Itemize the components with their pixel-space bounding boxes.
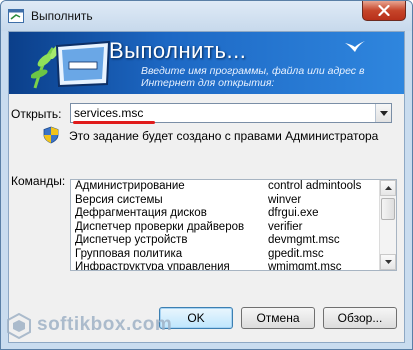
close-icon [378,5,390,16]
chevron-up-icon [384,186,392,190]
run-dialog-window: Выполнить Выполнить... Введите имя прогр… [0,0,413,350]
open-input-value[interactable]: services.msc [74,106,143,120]
vertical-scrollbar[interactable] [379,180,396,270]
banner-title: Выполнить... [109,38,247,63]
monitor-plant-icon [31,40,111,89]
command-exe: wmimgmt.msc [268,261,342,270]
command-exe: gpedit.msc [268,247,324,260]
chevron-down-icon [379,110,388,116]
uac-shield-icon [43,126,59,144]
commands-list[interactable]: Администрирование control admintools Верс… [70,179,397,271]
command-name: Диспетчер проверки драйверов [75,220,245,233]
browse-button[interactable]: Обзор... [323,307,397,329]
commands-label: Команды: [11,174,66,188]
command-name: Инфраструктура управления [75,261,230,270]
watermark-logo-icon [7,312,31,340]
bird-icon [345,41,365,52]
open-label: Открыть: [11,107,62,121]
close-button[interactable] [362,1,406,21]
command-name: Диспетчер устройств [75,234,188,246]
list-item[interactable]: Диспетчер проверки драйверов verifier [71,221,380,235]
banner-description: Введите имя программы, файла или адрес в… [141,65,365,89]
scroll-down-button[interactable] [380,254,396,270]
window-title: Выполнить [31,9,93,23]
dialog-client-area: Выполнить... Введите имя программы, файл… [8,31,405,343]
chevron-down-icon [384,260,392,264]
list-item[interactable]: Версия системы winver [71,194,380,208]
open-combobox[interactable]: services.msc [70,103,392,123]
list-item[interactable]: Групповая политика gpedit.msc [71,248,380,262]
admin-notice-text: Это задание будет создано с правами Адми… [69,129,379,143]
list-item[interactable]: Инфраструктура управления wmimgmt.msc [71,261,380,270]
commands-rows: Администрирование control admintools Верс… [71,180,380,270]
red-underline-annotation [73,121,155,124]
command-name: Дефрагментация дисков [75,207,207,219]
command-name: Групповая политика [75,247,183,260]
header-banner: Выполнить... Введите имя программы, файл… [9,32,404,94]
run-icon [8,9,24,23]
watermark: softikbox.com [5,312,172,340]
command-exe: control admintools [268,180,362,192]
watermark-text: softikbox.com [37,314,173,335]
command-exe: dfrgui.exe [268,207,319,219]
cancel-button[interactable]: Отмена [241,307,315,329]
list-item[interactable]: Диспетчер устройств devmgmt.msc [71,234,380,248]
command-exe: verifier [268,220,303,233]
list-item[interactable]: Дефрагментация дисков dfrgui.exe [71,207,380,221]
scroll-up-button[interactable] [380,180,396,196]
scrollbar-thumb[interactable] [381,198,395,220]
command-name: Администрирование [75,180,185,192]
list-item[interactable]: Администрирование control admintools [71,180,380,194]
command-exe: winver [268,193,302,206]
command-exe: devmgmt.msc [268,234,340,246]
combobox-dropdown-button[interactable] [375,104,391,122]
title-bar[interactable]: Выполнить [1,1,412,31]
command-name: Версия системы [75,193,163,206]
